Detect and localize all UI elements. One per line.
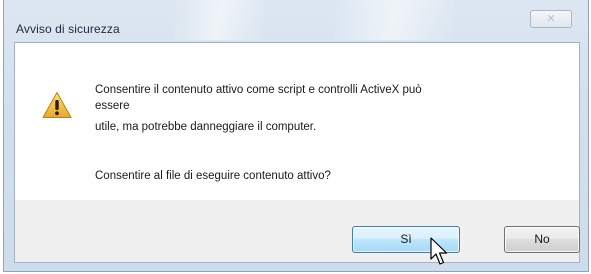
security-warning-dialog: Avviso di sicurezza ✕ Consentire il cont…: [3, 0, 589, 272]
screen: Avviso di sicurezza ✕ Consentire il cont…: [0, 0, 591, 274]
mouse-pointer-icon: [430, 237, 448, 265]
question-text: Consentire al file di eseguire contenuto…: [95, 170, 331, 182]
dialog-title: Avviso di sicurezza: [16, 22, 120, 36]
message-text-line2: essere: [95, 100, 130, 112]
close-icon: ✕: [546, 12, 556, 25]
message-text-line3: utile, ma potrebbe danneggiare il comput…: [95, 121, 317, 133]
dialog-body: Consentire il contenuto attivo come scri…: [14, 42, 580, 263]
message-panel: Consentire il contenuto attivo come scri…: [15, 43, 579, 200]
no-button[interactable]: No: [504, 226, 580, 253]
close-button[interactable]: ✕: [530, 10, 572, 28]
title-bar[interactable]: Avviso di sicurezza ✕: [4, 0, 588, 40]
message-text-line1: Consentire il contenuto attivo come scri…: [95, 84, 422, 96]
warning-icon: [42, 92, 72, 118]
